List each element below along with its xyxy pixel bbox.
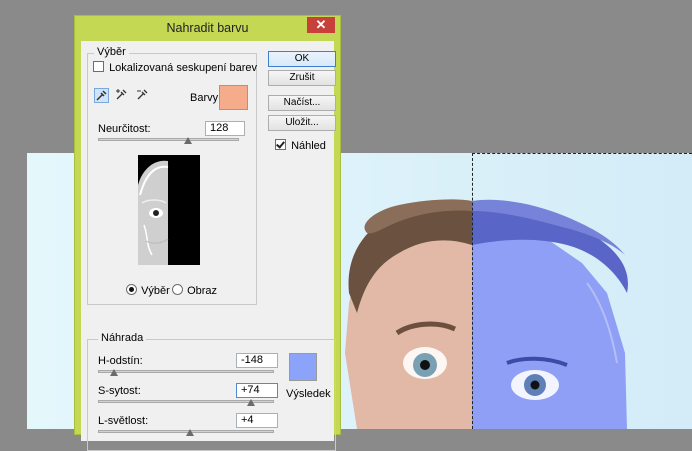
- marquee-top: [472, 153, 692, 154]
- selection-preview-image: [138, 160, 169, 265]
- cancel-button[interactable]: Zrušit: [268, 70, 336, 86]
- saturation-label: S-sytost:: [98, 385, 141, 397]
- lightness-slider-thumb[interactable]: [185, 429, 194, 436]
- eyedropper-tool[interactable]: [94, 88, 109, 103]
- load-button[interactable]: Načíst...: [268, 95, 336, 111]
- view-image-radio[interactable]: [172, 284, 183, 295]
- view-selection-option[interactable]: Výběr: [126, 284, 170, 297]
- fuzziness-input[interactable]: 128: [205, 121, 245, 136]
- colors-label: Barvy:: [190, 92, 222, 104]
- lightness-input[interactable]: +4: [236, 413, 278, 428]
- replacement-legend: Náhrada: [98, 332, 147, 344]
- dialog-titlebar[interactable]: Nahradit barvu ✕: [75, 16, 340, 40]
- view-image-label: Obraz: [187, 285, 218, 297]
- fuzziness-slider-thumb[interactable]: [184, 137, 193, 144]
- marquee-left: [472, 153, 473, 429]
- view-selection-label: Výběr: [141, 285, 170, 297]
- view-selection-radio[interactable]: [126, 284, 137, 295]
- lightness-label: L-světlost:: [98, 415, 149, 427]
- hue-slider[interactable]: [98, 370, 274, 373]
- view-image-option[interactable]: Obraz: [172, 284, 217, 297]
- selected-color-swatch[interactable]: [219, 85, 248, 110]
- hue-label: H-odstín:: [98, 355, 143, 367]
- hue-input[interactable]: -148: [236, 353, 278, 368]
- dialog-body: Výběr Lokalizovaná seskupení barev Barvy…: [81, 41, 336, 451]
- preview-checkbox[interactable]: [275, 139, 286, 150]
- ok-button[interactable]: OK: [268, 51, 336, 67]
- dialog-title: Nahradit barvu: [166, 21, 249, 35]
- eyedropper-plus-tool[interactable]: [115, 88, 130, 103]
- eyedropper-minus-icon: [137, 89, 148, 100]
- result-color-swatch[interactable]: [289, 353, 317, 381]
- result-label: Výsledek: [286, 388, 331, 400]
- saturation-input[interactable]: +74: [236, 383, 278, 398]
- replace-color-dialog: Nahradit barvu ✕ Výběr Lokalizovaná sesk…: [74, 15, 341, 451]
- hue-slider-thumb[interactable]: [109, 369, 118, 376]
- localized-clusters-checkbox[interactable]: [93, 61, 104, 72]
- save-button[interactable]: Uložit...: [268, 115, 336, 131]
- selection-preview: [138, 155, 200, 265]
- preview-row[interactable]: Náhled: [275, 139, 326, 152]
- fuzziness-label: Neurčitost:: [98, 123, 151, 135]
- close-button[interactable]: ✕: [307, 17, 335, 33]
- eyedropper-icon: [96, 90, 107, 101]
- eyedropper-plus-icon: [116, 89, 127, 100]
- preview-label: Náhled: [291, 140, 326, 152]
- fuzziness-slider[interactable]: [98, 138, 239, 141]
- saturation-slider-thumb[interactable]: [247, 399, 256, 406]
- selection-legend: Výběr: [94, 46, 129, 58]
- localized-clusters-label: Lokalizovaná seskupení barev: [109, 62, 258, 74]
- eyedropper-minus-tool[interactable]: [136, 88, 151, 103]
- localized-clusters-row[interactable]: Lokalizovaná seskupení barev: [93, 61, 257, 74]
